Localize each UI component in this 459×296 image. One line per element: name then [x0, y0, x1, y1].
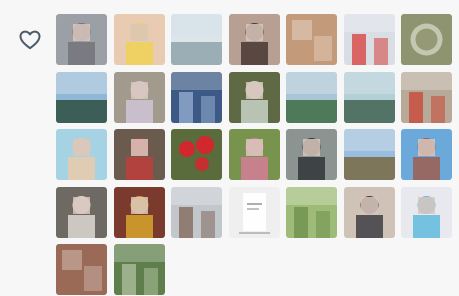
photo-thumbnail[interactable] [56, 14, 107, 65]
photo-thumbnail[interactable] [171, 186, 222, 238]
photo-thumbnail[interactable] [286, 186, 337, 238]
photo-thumbnail[interactable] [343, 14, 395, 65]
photo-thumbnail[interactable] [286, 14, 337, 65]
photo-thumbnail[interactable] [286, 71, 337, 123]
photo-thumbnail[interactable] [56, 71, 107, 123]
photo-image [56, 14, 107, 65]
photo-thumbnail[interactable] [113, 244, 165, 295]
photo-image [56, 186, 107, 238]
photo-image [286, 186, 337, 238]
photo-thumbnail[interactable] [343, 129, 395, 180]
photo-image [56, 244, 107, 295]
heart-outline-icon[interactable] [19, 30, 41, 50]
photo-image [56, 71, 107, 123]
photo-thumbnail[interactable] [286, 129, 337, 180]
photo-image [113, 186, 165, 238]
photo-image [113, 71, 165, 123]
photo-image [228, 14, 280, 65]
photo-thumbnail[interactable] [228, 129, 280, 180]
photo-image [401, 186, 452, 238]
photo-thumbnail[interactable] [343, 71, 395, 123]
photo-thumbnail[interactable] [171, 14, 222, 65]
photo-thumbnail[interactable] [228, 186, 280, 238]
photo-image [171, 71, 222, 123]
photo-thumbnail[interactable] [113, 71, 165, 123]
photo-thumbnail[interactable] [56, 244, 107, 295]
photo-image [343, 129, 395, 180]
photo-thumbnail[interactable] [401, 14, 452, 65]
photo-thumbnail[interactable] [171, 129, 222, 180]
photo-image [228, 71, 280, 123]
photo-image [401, 129, 452, 180]
photo-image [343, 71, 395, 123]
photo-image [286, 14, 337, 65]
photo-thumbnail[interactable] [401, 71, 452, 123]
photo-thumbnail[interactable] [228, 14, 280, 65]
photo-image [343, 14, 395, 65]
photo-image [228, 129, 280, 180]
photo-image [401, 14, 452, 65]
photo-thumbnail[interactable] [56, 129, 107, 180]
photo-image [113, 14, 165, 65]
photo-image [286, 71, 337, 123]
photo-image [401, 71, 452, 123]
photo-image [113, 129, 165, 180]
photo-image [171, 186, 222, 238]
photo-image [343, 186, 395, 238]
photo-thumbnail[interactable] [113, 129, 165, 180]
photo-thumbnail[interactable] [401, 129, 452, 180]
photo-thumbnail[interactable] [113, 186, 165, 238]
photo-thumbnail[interactable] [171, 71, 222, 123]
photo-thumbnail[interactable] [228, 71, 280, 123]
photo-thumbnail[interactable] [113, 14, 165, 65]
photo-image [286, 129, 337, 180]
photo-image [113, 244, 165, 295]
photo-thumbnail[interactable] [401, 186, 452, 238]
photo-thumbnail[interactable] [343, 186, 395, 238]
photo-image [171, 129, 222, 180]
photo-image [56, 129, 107, 180]
photo-image [171, 14, 222, 65]
photo-thumbnail[interactable] [56, 186, 107, 238]
moments-photo-panel [0, 0, 459, 296]
photo-image [228, 186, 280, 238]
